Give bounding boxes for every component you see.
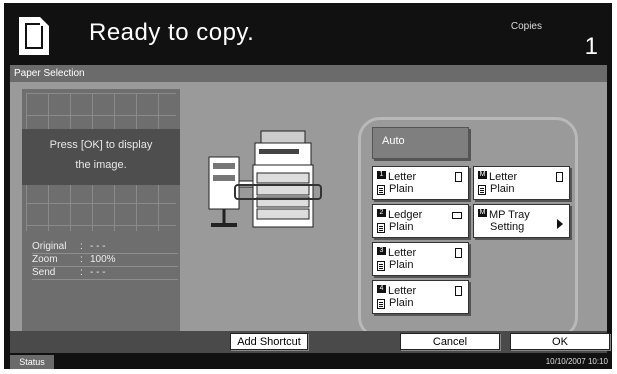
portrait-sheet-icon bbox=[455, 248, 462, 258]
ok-button[interactable]: OK bbox=[510, 333, 610, 350]
mp-badge: M bbox=[478, 209, 487, 217]
mp-tray-letter-button[interactable]: M Letter Plain bbox=[473, 166, 570, 200]
tray-3-badge: 3 bbox=[377, 247, 386, 255]
date-time: 10/10/2007 10:10 bbox=[545, 357, 608, 366]
add-shortcut-button[interactable]: Add Shortcut bbox=[230, 333, 308, 350]
paper-type-icon bbox=[478, 185, 486, 195]
paper-type-icon bbox=[377, 223, 385, 233]
portrait-sheet-icon bbox=[556, 172, 563, 182]
action-bar: Add Shortcut Cancel OK bbox=[10, 331, 610, 353]
tray-3-button[interactable]: 3 Letter Plain bbox=[372, 242, 469, 276]
mp-badge: M bbox=[478, 171, 487, 179]
panel-heading: Paper Selection bbox=[10, 65, 607, 82]
copies-label: Copies bbox=[510, 21, 542, 32]
landscape-sheet-icon bbox=[452, 212, 462, 219]
preview-area: Press [OK] to display the image. Origina… bbox=[22, 89, 180, 351]
copies-count: 1 bbox=[584, 33, 598, 60]
cancel-button[interactable]: Cancel bbox=[400, 333, 500, 350]
paper-selection-panel: Paper Selection Press [OK] to display th… bbox=[10, 65, 607, 351]
info-row-send: Send: - - - bbox=[32, 267, 178, 280]
paper-type-icon bbox=[377, 299, 385, 309]
status-button[interactable]: Status bbox=[10, 355, 54, 369]
tray-4-badge: 4 bbox=[377, 285, 386, 293]
portrait-sheet-icon bbox=[455, 286, 462, 296]
page-title: Ready to copy. bbox=[89, 19, 255, 46]
info-row-zoom: Zoom:100% bbox=[32, 254, 178, 267]
info-row-original: Original: - - - bbox=[32, 241, 178, 254]
portrait-sheet-icon bbox=[455, 172, 462, 182]
tray-4-button[interactable]: 4 Letter Plain bbox=[372, 280, 469, 314]
mp-tray-setting-button[interactable]: M MP Tray Setting bbox=[473, 204, 570, 238]
auto-button[interactable]: Auto bbox=[372, 127, 469, 159]
paper-type-icon bbox=[377, 261, 385, 271]
preview-message: Press [OK] to display the image. bbox=[22, 129, 180, 185]
paper-type-icon bbox=[377, 185, 385, 195]
tray-1-badge: 1 bbox=[377, 171, 386, 179]
status-bar: Status 10/10/2007 10:10 bbox=[4, 355, 612, 369]
header: Ready to copy. Copies 1 bbox=[4, 3, 604, 65]
tray-1-button[interactable]: 1 Letter Plain bbox=[372, 166, 469, 200]
preview-info: Original: - - - Zoom:100% Send: - - - bbox=[32, 241, 178, 280]
tray-2-button[interactable]: 2 Ledger Plain bbox=[372, 204, 469, 238]
preview-message-line2: the image. bbox=[75, 159, 127, 171]
document-icon bbox=[19, 17, 49, 55]
copier-machine-illustration bbox=[208, 130, 322, 228]
tray-2-badge: 2 bbox=[377, 209, 386, 217]
paper-tray-group: Auto 1 Letter Plain M Letter Plain 2 Ledger Pl… bbox=[358, 117, 578, 339]
arrow-right-icon bbox=[557, 219, 563, 229]
preview-message-line1: Press [OK] to display bbox=[49, 139, 153, 151]
